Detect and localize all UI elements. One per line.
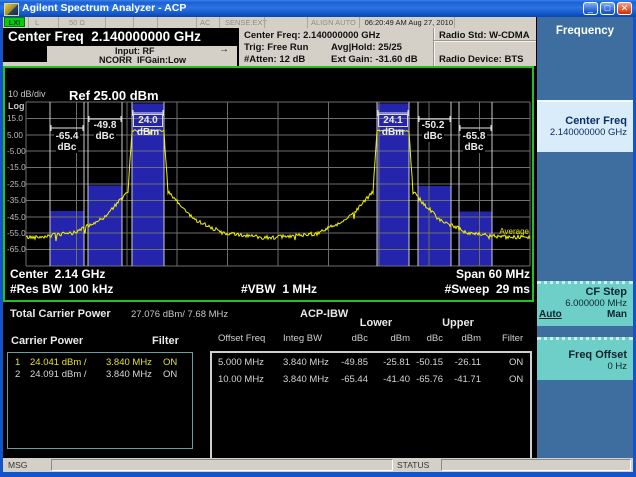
window-border-left [0,17,3,472]
status-datetime: 06:20:49 AM Aug 27, 2010 [363,18,453,27]
status-sense: SENSE:EXT [225,18,267,27]
total-carrier-power-label: Total Carrier Power [10,308,111,320]
col-offset-freq: Offset Freq [218,333,265,344]
info-radio-device: Radio Device: BTS [439,54,523,65]
measurement-info-panel: Center Freq: 2.140000000 GHz Trig: Free … [237,28,536,66]
status-label: STATUS [397,460,429,470]
annotation-upper-inner: -50.2 dBc [411,120,455,142]
integration-band [88,185,122,266]
app-icon [4,3,19,16]
msg-label: MSG [8,460,27,470]
col-upper-dbm: dBm [451,333,481,344]
carrier-power-table: 1 24.041 dBm / 3.840 MHz ON 2 24.091 dBm… [7,352,193,449]
annotation-carrier2: 24.1 dBm [369,114,417,138]
status-coupling: AC [200,18,210,27]
y-tick-label: -25.0 [7,180,26,189]
offset-row: 10.00 MHz [218,374,264,385]
spectrum-plot: 10 dB/div Ref 25.00 dBm Log 15.0 5.00 -5… [5,68,532,300]
info-atten: #Atten: 12 dB [244,54,305,65]
annotation-lower-inner: -49.8 dBc [83,120,127,142]
info-center-freq: Center Freq: 2.140000000 GHz [244,30,380,41]
integration-band [418,186,451,266]
lxi-badge: LXI [4,17,25,27]
frequency-readout: Center Freq 2.140000000 GHz [3,28,237,46]
integration-band [50,211,84,266]
col-filter: Filter [502,333,523,344]
scale-label: 10 dB/div [8,89,46,99]
y-tick-label: -5.00 [7,147,26,156]
y-tick-label: -45.0 [7,213,26,222]
status-l: L [35,18,39,27]
bw-annotation-row: #Res BW 100 kHz #VBW 1 MHz #Sweep 29 ms [10,282,530,296]
info-ext-gain: Ext Gain: -31.60 dB [331,54,418,65]
info-trigger: Trig: Free Run [244,42,308,53]
window-border-bottom [0,472,636,477]
col-lower-dbm: dBm [380,333,410,344]
menu-title: Frequency [537,25,633,37]
carrier-filter-header: Filter [152,335,179,347]
input-blank-display [3,46,47,62]
lower-group-header: Lower [338,317,414,329]
y-tick-label: 5.00 [7,131,23,140]
softkey-menu: Frequency Center Freq 2.140000000 GHz CF… [537,17,633,458]
annotation-upper-outer: -65.8 dBc [452,131,496,153]
trace-average-label: Average [499,227,529,236]
ifgain-label: IFGain:Low [137,55,186,65]
input-block: Input: RF NCORR IFGain:Low → [3,46,237,66]
status-field [441,459,631,471]
status-impedance: 50 Ω [69,18,85,27]
center-freq-softkey[interactable]: Center Freq 2.140000000 GHz [537,100,633,152]
upper-group-header: Upper [420,317,496,329]
col-upper-dbc: dBc [413,333,443,344]
msg-field [51,459,393,471]
instrument-status-strip: LXI L 50 Ω AC SENSE:EXT ALIGN AUTO 06:20… [3,17,536,28]
total-carrier-power-value: 27.076 dBm/ 7.68 MHz [131,309,228,320]
y-tick-label: -55.0 [7,229,26,238]
col-lower-dbc: dBc [338,333,368,344]
carrier-power-header: Carrier Power [11,335,83,347]
freq-annotation-row: Center 2.14 GHz Span 60 MHz [10,267,530,281]
integration-band [459,211,492,266]
window-title: Agilent Spectrum Analyzer - ACP [22,2,186,14]
spectrum-analyzer-window: Agilent Spectrum Analyzer - ACP _ □ ✕ LX… [0,0,636,477]
cf-step-man-toggle[interactable]: Man [607,309,627,320]
rbw-annotation: #Res BW 100 kHz [10,282,113,296]
span-annotation: Span 60 MHz [456,267,530,281]
annotation-carrier1: 24.0 dBm [124,114,172,138]
minimize-button[interactable]: _ [583,2,598,15]
message-status-bar: MSG STATUS [3,458,633,472]
maximize-button[interactable]: □ [600,2,615,15]
info-avg-hold: Avg|Hold: 25/25 [331,42,402,53]
y-tick-label: 15.0 [7,114,23,123]
vbw-annotation: #VBW 1 MHz [241,282,317,296]
title-bar[interactable]: Agilent Spectrum Analyzer - ACP _ □ ✕ [0,0,636,17]
ncorr-label: NCORR [99,55,132,65]
y-tick-label: -15.0 [7,163,26,172]
cf-step-auto-toggle[interactable]: Auto [539,309,562,320]
ref-level-label: Ref 25.00 dBm [69,88,159,103]
cf-step-softkey[interactable]: CF Step 6.000000 MHz Auto Man [537,281,633,326]
y-tick-label: -65.0 [7,245,26,254]
status-align: ALIGN AUTO [311,18,356,27]
offset-row: 5.000 MHz [218,357,264,368]
sweep-annotation: #Sweep 29 ms [445,282,530,296]
freq-offset-softkey[interactable]: Freq Offset 0 Hz [537,337,633,380]
close-button[interactable]: ✕ [617,2,632,15]
log-scale-label: Log [8,101,25,111]
y-tick-label: -35.0 [7,196,26,205]
col-integ-bw: Integ BW [283,333,322,344]
center-annotation: Center 2.14 GHz [10,267,105,281]
rf-path-arrow-icon: → [219,44,229,55]
